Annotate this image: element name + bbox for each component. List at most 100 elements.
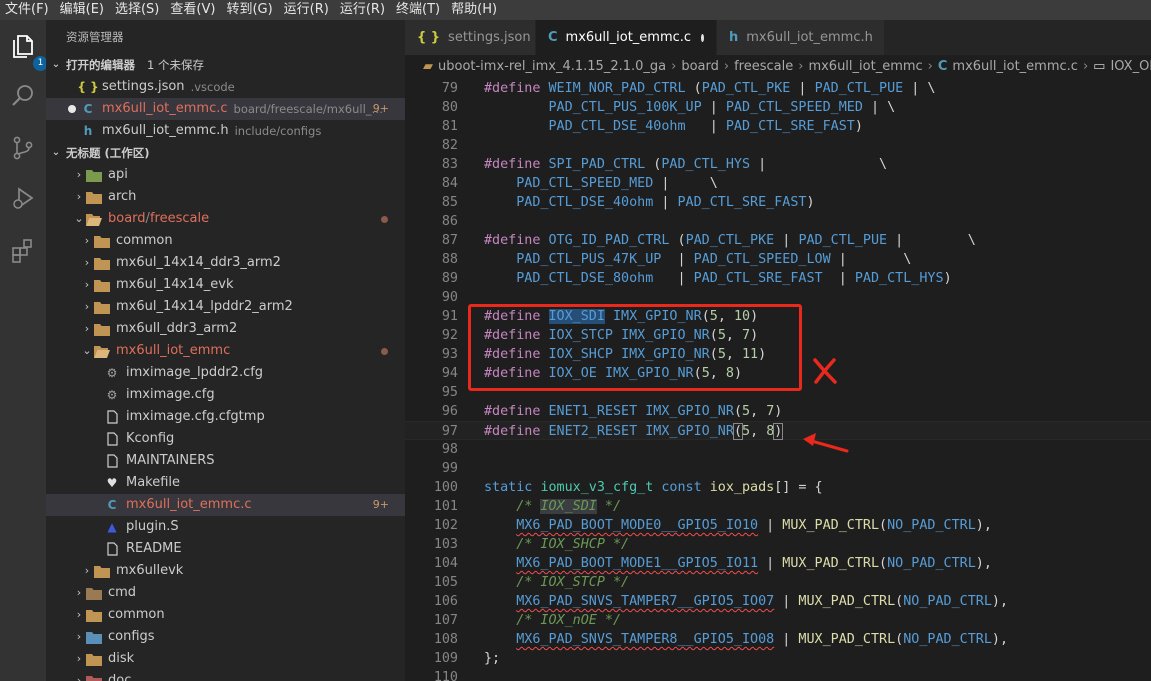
unsaved-dot-icon[interactable] xyxy=(68,105,76,113)
code-line[interactable]: 102 MX6_PAD_BOOT_MODE0__GPIO5_IO10 | MUX… xyxy=(405,516,1151,535)
tab-mx6ull-iot-emmc-h[interactable]: h mx6ull_iot_emmc.h xyxy=(717,20,885,55)
tree-item-file-active[interactable]: C mx6ull_iot_emmc.c 9+ xyxy=(46,494,405,516)
tree-item-file[interactable]: ⚙ imximage.cfg xyxy=(46,384,405,406)
menu-go[interactable]: 转到(G) xyxy=(221,0,278,20)
menu-selection[interactable]: 选择(S) xyxy=(110,0,165,20)
code-line[interactable]: 89 PAD_CTL_DSE_80ohm | PAD_CTL_SRE_FAST … xyxy=(405,269,1151,288)
tree-item-doc[interactable]: › doc xyxy=(46,670,405,681)
breadcrumb-item[interactable]: freescale xyxy=(734,59,793,74)
run-debug-icon[interactable] xyxy=(9,184,37,212)
menu-help[interactable]: 帮助(H) xyxy=(446,0,503,20)
tree-item-file[interactable]: README xyxy=(46,538,405,560)
tree-item-cmd[interactable]: › cmd xyxy=(46,582,405,604)
breadcrumb-item[interactable]: mx6ull_iot_emmc xyxy=(808,59,922,74)
open-editor-item[interactable]: C mx6ull_iot_emmc.c board/freescale/mx6u… xyxy=(46,98,405,120)
menu-edit[interactable]: 编辑(E) xyxy=(55,0,110,20)
code-token: /* xyxy=(516,499,541,514)
tree-item-file[interactable]: ▲ plugin.S xyxy=(46,516,405,538)
code-token: ), xyxy=(975,556,992,571)
open-editor-item[interactable]: { } settings.json .vscode xyxy=(46,76,405,98)
problem-badge: 9+ xyxy=(372,102,389,115)
chevron-right-icon: › xyxy=(84,564,90,577)
tree-item-folder[interactable]: › mx6ul_14x14_lpddr2_arm2 xyxy=(46,296,405,318)
code-line[interactable]: 106 MX6_PAD_SNVS_TAMPER7__GPIO5_IO07 | M… xyxy=(405,592,1151,611)
tree-item-folder[interactable]: › mx6ull_ddr3_arm2 xyxy=(46,318,405,340)
tree-item-common-root[interactable]: › common xyxy=(46,604,405,626)
code-line[interactable]: 83 #define SPI_PAD_CTRL (PAD_CTL_HYS | \ xyxy=(405,155,1151,174)
code-line[interactable]: 98 xyxy=(405,440,1151,459)
code-line[interactable]: 97 #define ENET2_RESET IMX_GPIO_NR(5, 8) xyxy=(405,421,1151,440)
code-line[interactable]: 87 #define OTG_ID_PAD_CTRL (PAD_CTL_PKE |… xyxy=(405,231,1151,250)
folder-icon xyxy=(94,255,110,271)
modified-dot xyxy=(381,348,388,355)
menu-run-2[interactable]: 运行(R) xyxy=(335,0,391,20)
code-line[interactable]: 86 xyxy=(405,212,1151,231)
menu-terminal[interactable]: 终端(T) xyxy=(391,0,446,20)
breadcrumb-item[interactable]: uboot-imx-rel_imx_4.1.15_2.1.0_ga xyxy=(438,59,666,74)
menu-file[interactable]: 文件(F) xyxy=(0,0,55,20)
code-line[interactable]: 100 static iomux_v3_cfg_t const iox_pads[… xyxy=(405,478,1151,497)
code-token: 5 xyxy=(742,404,751,419)
breadcrumb-item[interactable]: mx6ull_iot_emmc.c xyxy=(952,59,1078,74)
code-line[interactable]: 107 /* IOX_nOE */ xyxy=(405,611,1151,630)
code-line[interactable]: 82 xyxy=(405,136,1151,155)
code-line[interactable]: 101 /* IOX_SDI */ xyxy=(405,497,1151,516)
code-line[interactable]: 103 /* IOX_SHCP */ xyxy=(405,535,1151,554)
tree-item-file[interactable]: imximage.cfg.cfgtmp xyxy=(46,406,405,428)
tree-item-board-freescale[interactable]: ⌄ board / freescale xyxy=(46,208,405,230)
tree-item-folder[interactable]: › mx6ul_14x14_evk xyxy=(46,274,405,296)
tree-item-file[interactable]: ⚙ imximage_lpddr2.cfg xyxy=(46,362,405,384)
breadcrumb-item[interactable]: board xyxy=(681,59,719,74)
code-token: MX6_PAD_BOOT_MODE0__GPIO5_IO10 xyxy=(516,518,759,533)
code-line[interactable]: 84 PAD_CTL_SPEED_MED | \ xyxy=(405,174,1151,193)
code-line[interactable]: 109}; xyxy=(405,649,1151,668)
breadcrumb-item[interactable]: IOX_OE xyxy=(1110,59,1151,74)
code-token: PAD_CTL_PKE xyxy=(685,233,775,248)
code-line[interactable]: 88 PAD_CTL_PUS_47K_UP | PAD_CTL_SPEED_LO… xyxy=(405,250,1151,269)
tree-item-api[interactable]: › api xyxy=(46,164,405,186)
code-line[interactable]: 105 /* IOX_STCP */ xyxy=(405,573,1151,592)
tree-item-folder[interactable]: › mx6ul_14x14_ddr3_arm2 xyxy=(46,252,405,274)
tree-label: mx6ul_14x14_lpddr2_arm2 xyxy=(116,299,293,314)
tree-item-disk[interactable]: › disk xyxy=(46,648,405,670)
tab-settings-json[interactable]: { } settings.json xyxy=(405,20,536,55)
menu-view[interactable]: 查看(V) xyxy=(165,0,221,20)
code-token: PAD_CTL_SRE_FAST xyxy=(693,271,823,286)
code-line[interactable]: 81 PAD_CTL_DSE_40ohm | PAD_CTL_SRE_FAST) xyxy=(405,117,1151,136)
code-token: ) xyxy=(854,119,863,134)
code-line[interactable]: 79 #define WEIM_NOR_PAD_CTRL (PAD_CTL_PKE… xyxy=(405,79,1151,98)
code-line[interactable]: 96 #define ENET1_RESET IMX_GPIO_NR(5, 7) xyxy=(405,402,1151,421)
code-line[interactable]: 104 MX6_PAD_BOOT_MODE1__GPIO5_IO11 | MUX… xyxy=(405,554,1151,573)
tree-item-file[interactable]: Kconfig xyxy=(46,428,405,450)
tree-item-configs[interactable]: › configs xyxy=(46,626,405,648)
search-icon[interactable] xyxy=(9,82,37,110)
code-token: ) xyxy=(943,271,952,286)
line-number: 91 xyxy=(441,309,458,324)
tree-item-mx6ull-iot-emmc[interactable]: ⌄ mx6ull_iot_emmc xyxy=(46,340,405,362)
makefile-icon: ♥ xyxy=(106,476,118,490)
unsaved-dot-icon[interactable] xyxy=(701,33,704,42)
tree-item-file[interactable]: MAINTAINERS xyxy=(46,450,405,472)
open-editor-item[interactable]: h mx6ull_iot_emmc.h include/configs xyxy=(46,120,405,142)
menu-run[interactable]: 运行(R) xyxy=(279,0,335,20)
code-line[interactable]: 85 PAD_CTL_DSE_40ohm | PAD_CTL_SRE_FAST) xyxy=(405,193,1151,212)
code-line[interactable]: 99 xyxy=(405,459,1151,478)
tree-item-arch[interactable]: › arch xyxy=(46,186,405,208)
chevron-right-icon: › xyxy=(1082,58,1089,74)
tree-item-common[interactable]: › common xyxy=(46,230,405,252)
code-line[interactable]: 108 MX6_PAD_SNVS_TAMPER8__GPIO5_IO08 | M… xyxy=(405,630,1151,649)
code-line[interactable]: 80 PAD_CTL_PUS_100K_UP | PAD_CTL_SPEED_M… xyxy=(405,98,1151,117)
line-number: 101 xyxy=(433,499,458,514)
explorer-icon[interactable]: 1 xyxy=(9,32,48,71)
tab-mx6ull-iot-emmc-c[interactable]: C mx6ull_iot_emmc.c xyxy=(536,20,717,55)
tab-label: mx6ull_iot_emmc.h xyxy=(746,30,873,45)
code-text: PAD_CTL_DSE_40ohm | PAD_CTL_SRE_FAST) xyxy=(484,117,863,136)
open-editors-header[interactable]: ⌄ 打开的编辑器 1 个未保存 xyxy=(46,54,405,76)
extensions-icon[interactable] xyxy=(9,236,37,264)
source-control-icon[interactable] xyxy=(9,134,37,162)
tree-item-folder[interactable]: › mx6ullevk xyxy=(46,560,405,582)
tree-item-file[interactable]: ♥ Makefile xyxy=(46,472,405,494)
workspace-header[interactable]: ⌄ 无标题 (工作区) xyxy=(46,142,405,164)
code-line[interactable]: 110 xyxy=(405,668,1151,681)
